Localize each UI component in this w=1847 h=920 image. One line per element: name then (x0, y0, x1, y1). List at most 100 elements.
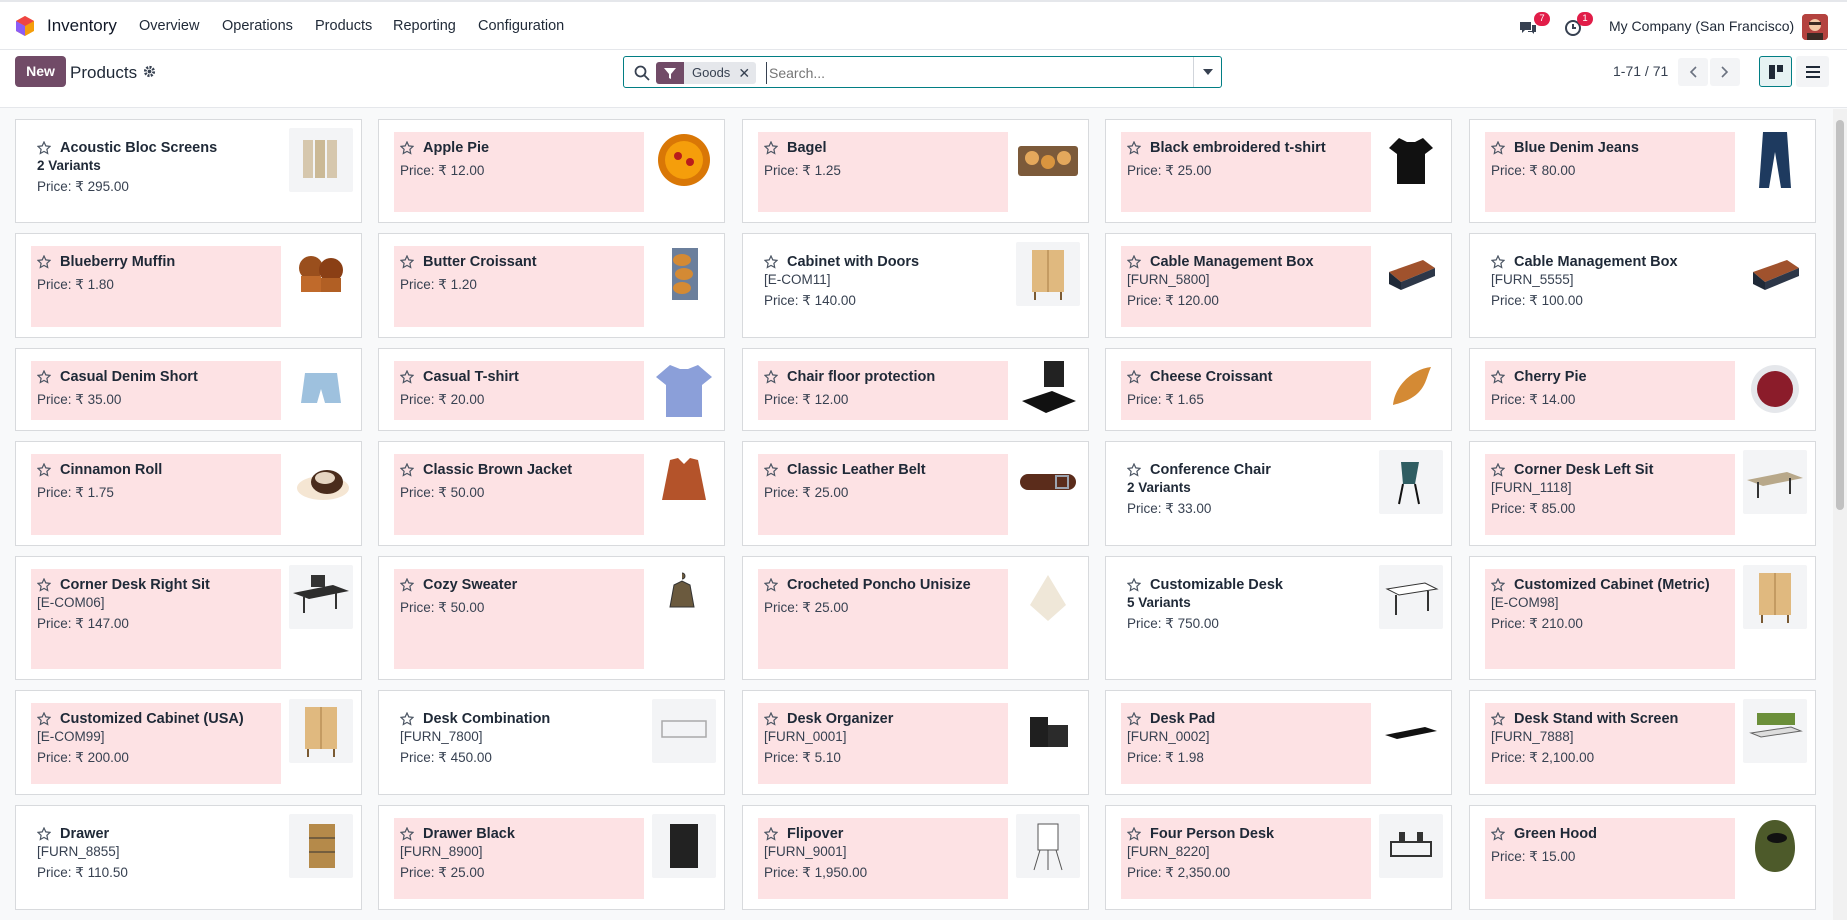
product-card[interactable]: Chair floor protection Price: ₹ 12.00 (742, 348, 1089, 431)
kanban-view-button[interactable] (1759, 56, 1792, 87)
product-card[interactable]: Butter Croissant Price: ₹ 1.20 (378, 233, 725, 338)
star-icon[interactable] (400, 712, 414, 726)
star-icon[interactable] (764, 712, 778, 726)
product-card[interactable]: Acoustic Bloc Screens 2 Variants Price: ₹ … (15, 119, 362, 223)
star-icon[interactable] (764, 255, 778, 269)
star-icon[interactable] (400, 827, 414, 841)
product-title-row: Blueberry Muffin (31, 246, 281, 271)
star-icon[interactable] (1491, 827, 1505, 841)
star-icon[interactable] (1127, 463, 1141, 477)
product-card[interactable]: Cozy Sweater Price: ₹ 50.00 (378, 556, 725, 680)
product-card[interactable]: Blueberry Muffin Price: ₹ 1.80 (15, 233, 362, 338)
star-icon[interactable] (1127, 370, 1141, 384)
search-input[interactable] (766, 62, 1196, 84)
product-card[interactable]: Blue Denim Jeans Price: ₹ 80.00 (1469, 119, 1816, 223)
product-price: Price: ₹ 1.75 (37, 485, 114, 500)
star-icon[interactable] (1127, 141, 1141, 155)
product-card[interactable]: Desk Stand with Screen [FURN_7888] Price: … (1469, 690, 1816, 795)
product-card[interactable]: Desk Organizer [FURN_0001] Price: ₹ 5.10 (742, 690, 1089, 795)
product-card[interactable]: Desk Pad [FURN_0002] Price: ₹ 1.98 (1105, 690, 1452, 795)
star-icon[interactable] (1491, 712, 1505, 726)
menu-operations[interactable]: Operations (222, 18, 293, 34)
star-icon[interactable] (764, 827, 778, 841)
product-card[interactable]: Drawer Black [FURN_8900] Price: ₹ 25.00 (378, 805, 725, 910)
product-card[interactable]: Classic Leather Belt Price: ₹ 25.00 (742, 441, 1089, 546)
pager-next-button[interactable] (1710, 58, 1740, 86)
product-reference: [FURN_8855] (37, 844, 120, 859)
user-avatar[interactable] (1802, 14, 1828, 40)
product-card[interactable]: Customized Cabinet (Metric) [E-COM98] Pric… (1469, 556, 1816, 680)
star-icon[interactable] (37, 578, 51, 592)
product-card[interactable]: Cabinet with Doors [E-COM11] Price: ₹ 140.… (742, 233, 1089, 338)
product-card[interactable]: Casual T-shirt Price: ₹ 20.00 (378, 348, 725, 431)
product-reference: [FURN_8900] (400, 844, 483, 859)
messages-button[interactable]: 7 (1518, 12, 1550, 43)
pager-value[interactable]: 1-71 / 71 (1613, 63, 1668, 79)
close-icon[interactable]: ✕ (738, 62, 750, 84)
product-card[interactable]: Corner Desk Left Sit [FURN_1118] Price: ₹ … (1469, 441, 1816, 546)
search-icon[interactable] (634, 65, 650, 81)
star-icon[interactable] (1491, 255, 1505, 269)
product-card[interactable]: Desk Combination [FURN_7800] Price: ₹ 450.… (378, 690, 725, 795)
star-icon[interactable] (1127, 827, 1141, 841)
star-icon[interactable] (1491, 463, 1505, 477)
inventory-app-icon[interactable] (16, 16, 34, 36)
product-title-row: Desk Organizer (758, 703, 1008, 728)
menu-reporting[interactable]: Reporting (393, 18, 456, 34)
star-icon[interactable] (37, 141, 51, 155)
product-card[interactable]: Flipover [FURN_9001] Price: ₹ 1,950.00 (742, 805, 1089, 910)
company-switcher[interactable]: My Company (San Francisco) (1609, 18, 1794, 34)
new-button[interactable]: New (15, 56, 66, 87)
search-options-toggle[interactable] (1193, 57, 1222, 87)
star-icon[interactable] (400, 370, 414, 384)
app-name[interactable]: Inventory (47, 16, 117, 36)
star-icon[interactable] (764, 141, 778, 155)
menu-overview[interactable]: Overview (139, 18, 199, 34)
star-icon[interactable] (400, 255, 414, 269)
star-icon[interactable] (764, 578, 778, 592)
star-icon[interactable] (764, 370, 778, 384)
product-card[interactable]: Apple Pie Price: ₹ 12.00 (378, 119, 725, 223)
product-card[interactable]: Classic Brown Jacket Price: ₹ 50.00 (378, 441, 725, 546)
product-card[interactable]: Crocheted Poncho Unisize Price: ₹ 25.00 (742, 556, 1089, 680)
gear-icon[interactable] (143, 65, 156, 78)
pager-previous-button[interactable] (1678, 58, 1708, 86)
product-card[interactable]: Cheese Croissant Price: ₹ 1.65 (1105, 348, 1452, 431)
star-icon[interactable] (37, 255, 51, 269)
list-view-button[interactable] (1796, 56, 1829, 87)
product-card[interactable]: Cherry Pie Price: ₹ 14.00 (1469, 348, 1816, 431)
star-icon[interactable] (400, 463, 414, 477)
star-icon[interactable] (1491, 578, 1505, 592)
product-card[interactable]: Casual Denim Short Price: ₹ 35.00 (15, 348, 362, 431)
menu-configuration[interactable]: Configuration (478, 18, 564, 34)
product-card[interactable]: Corner Desk Right Sit [E-COM06] Price: ₹ 1… (15, 556, 362, 680)
product-card[interactable]: Customizable Desk 5 Variants Price: ₹ 750.… (1105, 556, 1452, 680)
product-card[interactable]: Four Person Desk [FURN_8220] Price: ₹ 2,35… (1105, 805, 1452, 910)
product-card[interactable]: Cinnamon Roll Price: ₹ 1.75 (15, 441, 362, 546)
star-icon[interactable] (1127, 578, 1141, 592)
product-card[interactable]: Customized Cabinet (USA) [E-COM99] Price: … (15, 690, 362, 795)
product-title-row: Classic Leather Belt (758, 454, 1008, 479)
star-icon[interactable] (400, 141, 414, 155)
star-icon[interactable] (764, 463, 778, 477)
product-card[interactable]: Bagel Price: ₹ 1.25 (742, 119, 1089, 223)
activities-button[interactable]: 1 (1563, 12, 1593, 43)
star-icon[interactable] (1127, 712, 1141, 726)
scrollbar-thumb[interactable] (1836, 120, 1844, 510)
menu-products[interactable]: Products (315, 18, 372, 34)
product-card[interactable]: Cable Management Box [FURN_5555] Price: ₹ … (1469, 233, 1816, 338)
star-icon[interactable] (37, 463, 51, 477)
star-icon[interactable] (1127, 255, 1141, 269)
star-icon[interactable] (1491, 370, 1505, 384)
star-icon[interactable] (37, 370, 51, 384)
star-icon[interactable] (37, 827, 51, 841)
product-card[interactable]: Cable Management Box [FURN_5800] Price: ₹ … (1105, 233, 1452, 338)
star-icon[interactable] (400, 578, 414, 592)
star-icon[interactable] (37, 712, 51, 726)
product-card[interactable]: Drawer [FURN_8855] Price: ₹ 110.50 (15, 805, 362, 910)
product-card[interactable]: Black embroidered t-shirt Price: ₹ 25.00 (1105, 119, 1452, 223)
star-icon[interactable] (1491, 141, 1505, 155)
product-card[interactable]: Green Hood Price: ₹ 15.00 (1469, 805, 1816, 910)
product-title-row: Blue Denim Jeans (1485, 132, 1735, 157)
product-card[interactable]: Conference Chair 2 Variants Price: ₹ 33.00 (1105, 441, 1452, 546)
